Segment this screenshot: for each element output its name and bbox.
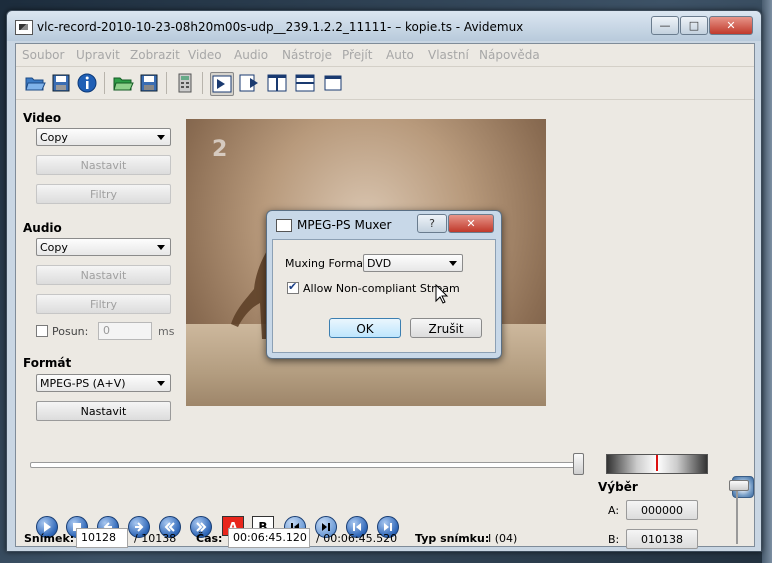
- separate-window-icon[interactable]: [322, 72, 344, 94]
- audio-codec-value: Copy: [40, 241, 68, 254]
- menu-video[interactable]: Video: [188, 48, 222, 62]
- maximize-button[interactable]: □: [680, 16, 708, 35]
- audio-shift-checkbox[interactable]: [36, 325, 48, 337]
- frame-type-value: I (04): [488, 532, 518, 545]
- mpeg-ps-muxer-dialog: MPEG-PS Muxer ? ✕ Muxing Format DVD Allo…: [266, 210, 502, 359]
- menu-file[interactable]: Soubor: [22, 48, 64, 62]
- muxing-format-value: DVD: [367, 257, 392, 270]
- toolbar: [16, 67, 754, 100]
- selection-b-button[interactable]: 010138: [626, 529, 698, 549]
- format-value: MPEG-PS (A+V): [40, 377, 126, 390]
- audio-shift-label: Posun:: [52, 325, 89, 338]
- muxing-format-select[interactable]: DVD: [363, 254, 463, 272]
- chevron-down-icon: [449, 261, 457, 266]
- menu-custom[interactable]: Vlastní: [428, 48, 469, 62]
- allow-noncompliant-checkbox[interactable]: [287, 280, 299, 294]
- open-video-icon[interactable]: [112, 72, 134, 94]
- mouse-cursor-icon: [435, 284, 449, 304]
- format-section-label: Formát: [23, 356, 72, 370]
- audio-shift-value: 0: [103, 324, 110, 337]
- video-codec-select[interactable]: Copy: [36, 128, 171, 146]
- avidemux-app-icon: [15, 20, 33, 35]
- dialog-app-icon: [276, 219, 292, 232]
- dialog-help-button[interactable]: ?: [417, 214, 447, 233]
- frame-label: Snímek:: [24, 532, 75, 545]
- menu-go[interactable]: Přejít: [342, 48, 372, 62]
- info-icon[interactable]: [76, 72, 98, 94]
- selection-a-button[interactable]: 000000: [626, 500, 698, 520]
- menu-tools[interactable]: Nástroje: [282, 48, 332, 62]
- toolbar-separator: [166, 72, 167, 94]
- save-icon[interactable]: [50, 72, 72, 94]
- dialog-ok-button[interactable]: OK: [329, 318, 401, 338]
- dialog-close-button[interactable]: ✕: [448, 214, 494, 233]
- menu-view[interactable]: Zobrazit: [130, 48, 180, 62]
- close-button[interactable]: ✕: [709, 16, 753, 35]
- top-bottom-icon[interactable]: [294, 72, 316, 94]
- side-by-side-icon[interactable]: [266, 72, 288, 94]
- menu-edit[interactable]: Upravit: [76, 48, 120, 62]
- frame-type-label: Typ snímku:: [415, 532, 490, 545]
- audio-filters-button[interactable]: Filtry: [36, 294, 171, 314]
- toolbar-separator: [202, 72, 203, 94]
- dialog-title: MPEG-PS Muxer: [297, 218, 392, 232]
- time-input[interactable]: 00:06:45.120: [228, 528, 310, 548]
- audio-configure-button[interactable]: Nastavit: [36, 265, 171, 285]
- selection-b-label: B:: [608, 533, 620, 546]
- format-select[interactable]: MPEG-PS (A+V): [36, 374, 171, 392]
- menu-auto[interactable]: Auto: [386, 48, 414, 62]
- muxing-format-label: Muxing Format: [285, 257, 368, 270]
- input-view-icon[interactable]: [210, 72, 234, 96]
- toolbar-separator: [104, 72, 105, 94]
- dialog-cancel-button[interactable]: Zrušit: [410, 318, 482, 338]
- audio-codec-select[interactable]: Copy: [36, 238, 171, 256]
- output-view-icon[interactable]: [238, 72, 260, 94]
- chevron-down-icon: [157, 381, 165, 386]
- menu-audio[interactable]: Audio: [234, 48, 268, 62]
- save-video-icon[interactable]: [138, 72, 160, 94]
- chevron-down-icon: [157, 135, 165, 140]
- video-filters-button[interactable]: Filtry: [36, 184, 171, 204]
- position-slider-thumb[interactable]: [573, 453, 584, 475]
- video-codec-value: Copy: [40, 131, 68, 144]
- channel-logo: 2: [212, 137, 228, 162]
- menu-bar: Soubor Upravit Zobrazit Video Audio Nást…: [16, 44, 754, 67]
- selection-label: Výběr: [598, 480, 638, 494]
- audio-section-label: Audio: [23, 221, 62, 235]
- menu-help[interactable]: Nápověda: [479, 48, 540, 62]
- desktop-edge: [762, 0, 772, 563]
- frame-total: / 10138: [134, 532, 177, 545]
- volume-slider-thumb[interactable]: [729, 480, 749, 491]
- minimize-button[interactable]: —: [651, 16, 679, 35]
- title-bar[interactable]: vlc-record-2010-10-23-08h20m00s-udp__239…: [7, 11, 761, 41]
- time-total: / 00:06:45.520: [316, 532, 398, 545]
- frame-input[interactable]: 10128: [76, 528, 128, 548]
- dialog-body: Muxing Format DVD Allow Non-compliant St…: [272, 239, 496, 353]
- window-title: vlc-record-2010-10-23-08h20m00s-udp__239…: [37, 20, 524, 34]
- jog-shuttle-marker: [656, 455, 658, 471]
- audio-shift-unit: ms: [158, 325, 175, 338]
- open-folder-icon[interactable]: [24, 72, 46, 94]
- format-configure-button[interactable]: Nastavit: [36, 401, 171, 421]
- selection-a-label: A:: [608, 504, 620, 517]
- chevron-down-icon: [157, 245, 165, 250]
- video-section-label: Video: [23, 111, 62, 125]
- video-configure-button[interactable]: Nastavit: [36, 155, 171, 175]
- audio-shift-input[interactable]: 0: [98, 322, 152, 340]
- volume-slider-track[interactable]: [736, 484, 738, 544]
- time-label: Čas:: [196, 532, 223, 545]
- position-slider-track[interactable]: [30, 462, 580, 468]
- calculator-icon[interactable]: [174, 72, 196, 94]
